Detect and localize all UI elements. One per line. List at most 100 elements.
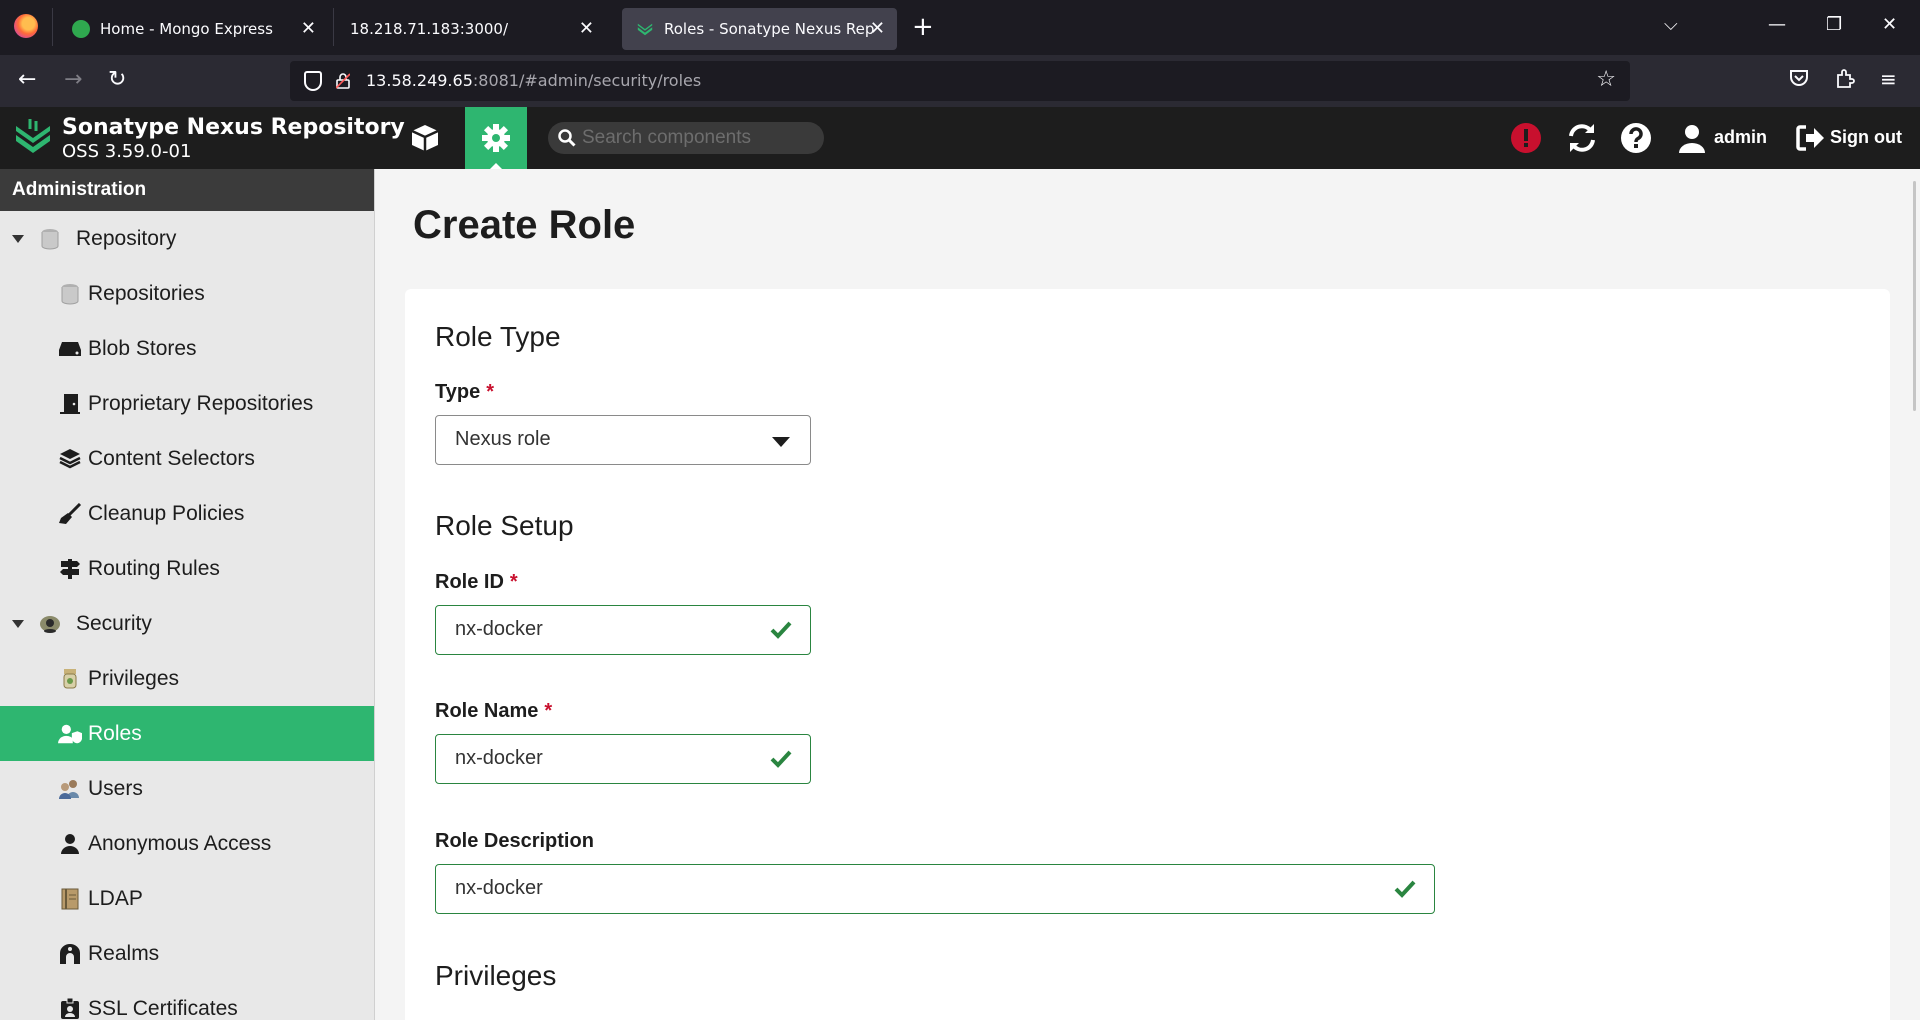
sidebar-item-label: Realms: [88, 941, 160, 965]
page-title: Create Role: [413, 203, 636, 247]
sidebar-item-ssl-certificates[interactable]: SSL Certificates: [0, 981, 374, 1020]
system-alert-icon[interactable]: [1510, 122, 1542, 154]
close-window-button[interactable]: ✕: [1882, 14, 1897, 35]
caret-down-icon[interactable]: [772, 437, 790, 447]
sidebar-group-label: Repository: [76, 226, 177, 250]
role-name-value: nx-docker: [455, 747, 543, 769]
sidebar-group-repository[interactable]: Repository: [0, 211, 374, 266]
app-menu-icon[interactable]: ≡: [1880, 67, 1897, 91]
role-id-input[interactable]: nx-docker: [435, 605, 811, 655]
sidebar-item-realms[interactable]: Realms: [0, 926, 374, 981]
layers-icon: [58, 447, 82, 471]
role-type-heading: Role Type: [435, 321, 561, 352]
role-name-label: Role Name *: [435, 700, 553, 722]
sonatype-logo-icon[interactable]: [14, 117, 52, 159]
check-icon: [770, 621, 792, 639]
browser-tab-18-218[interactable]: 18.218.71.183:3000/ ✕: [336, 8, 606, 50]
bookmark-star-icon[interactable]: ☆: [1596, 67, 1616, 92]
back-button[interactable]: ←: [18, 67, 36, 93]
sidebar-item-ldap[interactable]: LDAP: [0, 871, 374, 926]
sidebar-item-blob-stores[interactable]: Blob Stores: [0, 321, 374, 376]
required-mark: *: [509, 571, 518, 593]
sidebar-item-routing-rules[interactable]: Routing Rules: [0, 541, 374, 596]
database-icon: [38, 227, 62, 251]
role-description-label: Role Description: [435, 830, 594, 852]
browser-tab-mongo-express[interactable]: Home - Mongo Express ✕: [58, 8, 328, 50]
sidebar-item-label: Roles: [88, 721, 142, 745]
sign-out-button[interactable]: Sign out: [1830, 127, 1902, 148]
firefox-logo-icon[interactable]: [14, 14, 38, 38]
administration-mode-button[interactable]: [465, 107, 527, 169]
tab-separator: [52, 8, 53, 46]
gear-icon: [482, 124, 510, 152]
browse-mode-button[interactable]: [394, 107, 456, 169]
sidebar-item-proprietary-repositories[interactable]: Proprietary Repositories: [0, 376, 374, 431]
extensions-puzzle-icon[interactable]: [1834, 67, 1856, 89]
sidebar-item-label: Users: [88, 776, 143, 800]
chevron-down-icon[interactable]: [12, 234, 24, 243]
sidebar-item-label: Cleanup Policies: [88, 501, 245, 525]
sidebar-item-repositories[interactable]: Repositories: [0, 266, 374, 321]
sidebar-item-roles[interactable]: Roles: [0, 706, 374, 761]
user-icon[interactable]: [1676, 122, 1708, 154]
address-bar[interactable]: 13.58.249.65:8081/#admin/security/roles …: [290, 61, 1630, 101]
minimize-window-button[interactable]: —: [1768, 14, 1786, 35]
door-icon: [58, 392, 82, 416]
sign-out-icon[interactable]: [1794, 122, 1826, 154]
sidebar-group-label: Security: [76, 611, 152, 635]
sidebar-group-security[interactable]: Security: [0, 596, 374, 651]
required-mark: *: [544, 700, 553, 722]
user-icon: [58, 832, 82, 856]
product-version: OSS 3.59.0-01: [62, 141, 192, 162]
browser-tab-nexus-roles[interactable]: Roles - Sonatype Nexus Repository ✕: [622, 8, 897, 50]
create-role-form: Role Type Type * Nexus role Role Setup Ro…: [405, 289, 1890, 1020]
search-input[interactable]: [582, 125, 812, 151]
sidebar-item-cleanup-policies[interactable]: Cleanup Policies: [0, 486, 374, 541]
new-tab-button[interactable]: +: [912, 12, 934, 42]
sidebar-item-label: Proprietary Repositories: [88, 391, 314, 415]
check-icon: [770, 750, 792, 768]
users-icon: [58, 777, 82, 801]
privileges-heading: Privileges: [435, 960, 557, 991]
role-description-input[interactable]: nx-docker: [435, 864, 1435, 914]
sidebar-item-label: SSL Certificates: [88, 996, 238, 1020]
pocket-icon[interactable]: [1788, 67, 1810, 89]
type-label: Type *: [435, 381, 494, 403]
search-components-box[interactable]: [548, 122, 824, 154]
sidebar-item-privileges[interactable]: Privileges: [0, 651, 374, 706]
user-name[interactable]: admin: [1714, 127, 1767, 148]
user-shield-icon: [58, 722, 82, 746]
sidebar-item-users[interactable]: Users: [0, 761, 374, 816]
restore-window-button[interactable]: ❐: [1826, 14, 1842, 35]
url-text[interactable]: 13.58.249.65:8081/#admin/security/roles: [366, 71, 701, 90]
security-badge-icon: [38, 612, 62, 636]
reload-button[interactable]: ↻: [108, 67, 126, 93]
admin-sidebar: Administration Repository Repositories B…: [0, 169, 375, 1020]
id-card-icon: [58, 997, 82, 1020]
sidebar-item-content-selectors[interactable]: Content Selectors: [0, 431, 374, 486]
tracking-protection-shield-icon[interactable]: [304, 71, 322, 91]
forward-button[interactable]: →: [64, 67, 82, 93]
type-select[interactable]: Nexus role: [435, 415, 811, 465]
insecure-lock-icon[interactable]: [336, 73, 350, 89]
close-tab-icon[interactable]: ✕: [870, 18, 885, 39]
sidebar-item-anonymous-access[interactable]: Anonymous Access: [0, 816, 374, 871]
close-tab-icon[interactable]: ✕: [579, 18, 594, 39]
type-select-value: Nexus role: [455, 428, 551, 450]
role-name-input[interactable]: nx-docker: [435, 734, 811, 784]
chevron-down-icon[interactable]: [12, 619, 24, 628]
refresh-icon[interactable]: [1566, 122, 1598, 154]
mongo-leaf-icon: [72, 20, 90, 38]
sidebar-item-label: Privileges: [88, 666, 180, 690]
cube-icon: [411, 125, 439, 151]
role-setup-heading: Role Setup: [435, 510, 574, 541]
close-tab-icon[interactable]: ✕: [301, 18, 316, 39]
page-scrollbar[interactable]: [1913, 181, 1916, 411]
check-icon: [1394, 880, 1416, 898]
product-name: Sonatype Nexus Repository: [62, 115, 405, 140]
list-all-tabs-icon[interactable]: ⌵: [1664, 14, 1678, 35]
help-icon[interactable]: [1620, 122, 1652, 154]
address-book-icon: [58, 887, 82, 911]
sidebar-item-label: Anonymous Access: [88, 831, 272, 855]
role-id-value: nx-docker: [455, 618, 543, 640]
